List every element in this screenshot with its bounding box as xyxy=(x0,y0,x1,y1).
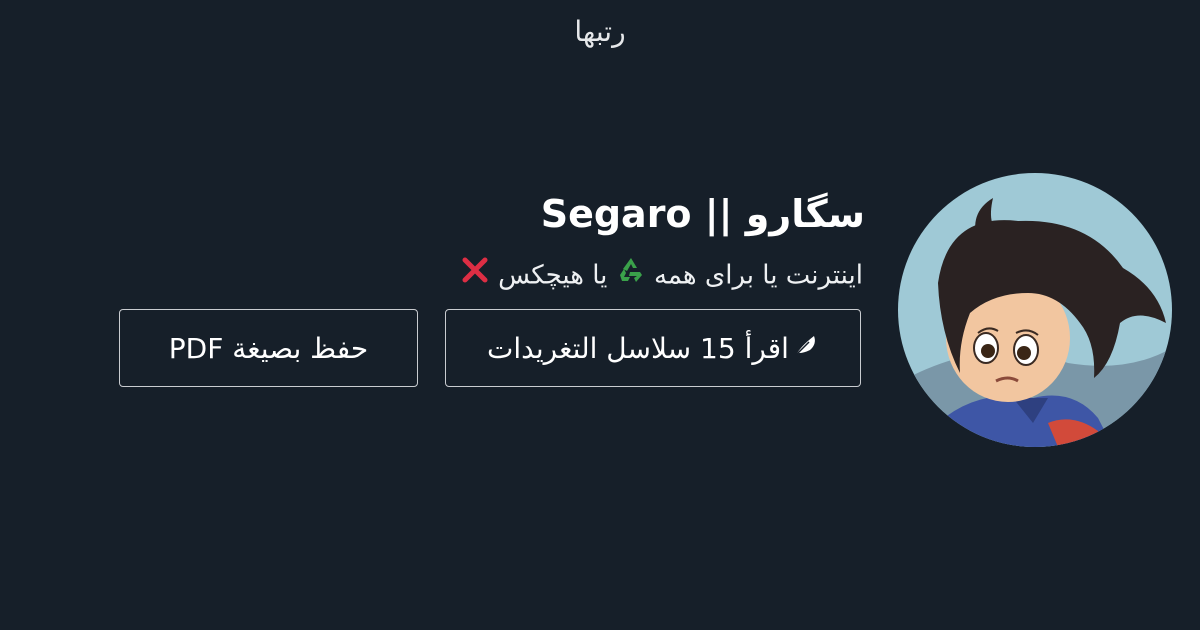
profile-name: سگارو || Segaro xyxy=(540,192,865,236)
read-threads-button[interactable]: اقرأ 15 سلاسل التغريدات xyxy=(445,309,861,387)
avatar xyxy=(898,173,1172,447)
cross-mark-icon xyxy=(460,255,490,297)
read-threads-label: اقرأ 15 سلاسل التغريدات xyxy=(487,331,789,365)
avatar-illustration xyxy=(898,173,1172,447)
recycle-icon xyxy=(616,255,646,297)
feather-icon xyxy=(793,332,819,365)
save-pdf-button[interactable]: حفظ بصيغة PDF xyxy=(119,309,418,387)
page: رتبها سگارو || Segaro اینترنت یا برای هم… xyxy=(0,0,1200,630)
profile-bio: اینترنت یا برای همه یا هیچکس xyxy=(460,255,863,297)
bio-text-2: یا هیچکس xyxy=(498,260,608,291)
brand-title[interactable]: رتبها xyxy=(0,12,1200,52)
save-pdf-label: حفظ بصيغة PDF xyxy=(168,331,369,365)
bio-text-1: اینترنت یا برای همه xyxy=(653,260,863,291)
